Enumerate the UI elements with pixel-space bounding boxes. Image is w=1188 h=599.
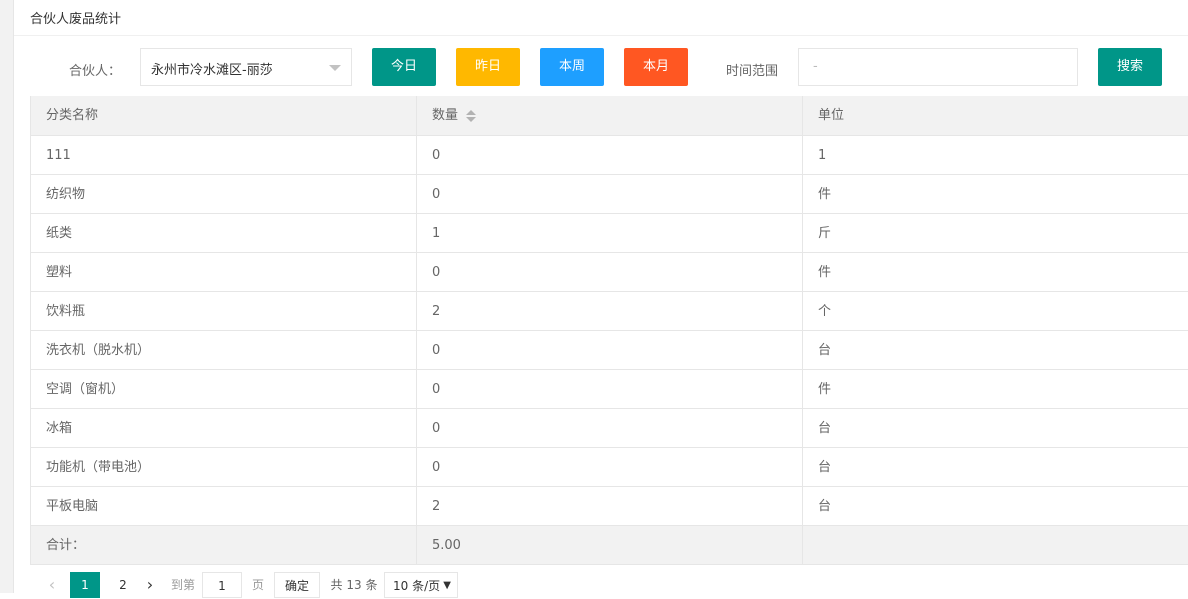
- this-week-button[interactable]: 本周: [540, 48, 604, 86]
- unit-cell: 台: [818, 343, 832, 358]
- quantity-cell: 0: [417, 370, 803, 408]
- stats-table: 分类名称 数量 单位 111 0 1 纺织物 0 件 纸类 1 斤 塑料 0 件…: [30, 96, 1188, 565]
- table-row: 平板电脑 2 台: [30, 487, 1188, 526]
- quantity-cell: 0: [417, 253, 803, 291]
- filter-bar: 合伙人： 永州市冷水滩区-丽莎 今日 昨日 本周 本月 时间范围 - 搜索: [14, 36, 1188, 96]
- page-1-button[interactable]: 1: [70, 572, 100, 598]
- column-header-category: 分类名称: [31, 96, 417, 135]
- unit-cell: 1: [818, 148, 827, 163]
- table-row: 洗衣机（脱水机） 0 台: [30, 331, 1188, 370]
- total-count: 共 13 条: [330, 578, 378, 592]
- quantity-cell: 0: [417, 175, 803, 213]
- total-label: 合计：: [31, 526, 417, 564]
- column-header-label: 分类名称: [46, 108, 99, 123]
- next-page-icon[interactable]: ›: [140, 572, 160, 598]
- left-sidebar-edge: [0, 0, 14, 593]
- category-cell: 饮料瓶: [31, 292, 417, 330]
- total-unit-cell: [803, 526, 1188, 564]
- category-cell: 塑料: [31, 253, 417, 291]
- partner-select[interactable]: 永州市冷水滩区-丽莎: [140, 48, 352, 86]
- category-cell: 111: [31, 136, 417, 174]
- quantity-cell: 0: [417, 448, 803, 486]
- goto-page-input[interactable]: 1: [202, 572, 242, 598]
- table-row: 冰箱 0 台: [30, 409, 1188, 448]
- partner-select-value: 永州市冷水滩区-丽莎: [151, 63, 273, 78]
- this-month-button[interactable]: 本月: [624, 48, 688, 86]
- title-bar: 合伙人废品统计: [14, 0, 1188, 36]
- confirm-button[interactable]: 确定: [274, 572, 320, 598]
- time-range-placeholder: -: [813, 59, 818, 74]
- category-cell: 洗衣机（脱水机）: [31, 331, 417, 369]
- unit-cell: 台: [818, 499, 832, 514]
- unit-cell: 件: [818, 187, 832, 202]
- quantity-cell: 0: [417, 136, 803, 174]
- pagination: ‹ 1 2 › 到第 1 页 确定 共 13 条 10 条/页 ▼: [30, 566, 630, 598]
- category-cell: 空调（窗机）: [31, 370, 417, 408]
- time-range-input[interactable]: -: [798, 48, 1078, 86]
- unit-cell: 斤: [818, 226, 832, 241]
- page-content: 合伙人废品统计 合伙人： 永州市冷水滩区-丽莎 今日 昨日 本周 本月 时间范围…: [14, 0, 1188, 598]
- unit-cell: 件: [818, 382, 832, 397]
- quantity-cell: 2: [417, 292, 803, 330]
- page-size-value: 10 条/页: [393, 579, 441, 593]
- category-cell: 纺织物: [31, 175, 417, 213]
- page-2-button[interactable]: 2: [108, 572, 138, 598]
- table-header-row: 分类名称 数量 单位: [30, 96, 1188, 136]
- table-row: 111 0 1: [30, 136, 1188, 175]
- category-cell: 冰箱: [31, 409, 417, 447]
- prev-page-icon[interactable]: ‹: [42, 572, 62, 598]
- table-row: 饮料瓶 2 个: [30, 292, 1188, 331]
- time-range-label: 时间范围: [726, 64, 779, 79]
- table-row: 空调（窗机） 0 件: [30, 370, 1188, 409]
- sort-icon[interactable]: [466, 109, 477, 123]
- today-button[interactable]: 今日: [372, 48, 436, 86]
- page-size-select[interactable]: 10 条/页 ▼: [384, 572, 458, 598]
- unit-cell: 个: [818, 304, 832, 319]
- category-cell: 平板电脑: [31, 487, 417, 525]
- column-header-quantity[interactable]: 数量: [417, 96, 803, 135]
- page-unit-label: 页: [251, 578, 264, 592]
- table-row: 功能机（带电池） 0 台: [30, 448, 1188, 487]
- caret-down-icon: ▼: [443, 580, 451, 591]
- table-row: 纸类 1 斤: [30, 214, 1188, 253]
- page-title: 合伙人废品统计: [30, 12, 122, 27]
- quantity-cell: 2: [417, 487, 803, 525]
- quantity-cell: 0: [417, 331, 803, 369]
- total-value: 5.00: [417, 526, 803, 564]
- table-total-row: 合计： 5.00: [30, 526, 1188, 565]
- quantity-cell: 0: [417, 409, 803, 447]
- unit-cell: 台: [818, 460, 832, 475]
- column-header-unit: 单位: [803, 96, 1188, 135]
- quantity-cell: 1: [417, 214, 803, 252]
- unit-cell: 台: [818, 421, 832, 436]
- chevron-down-icon: [329, 65, 341, 71]
- column-header-label: 数量: [432, 108, 459, 123]
- search-button[interactable]: 搜索: [1098, 48, 1162, 86]
- table-row: 纺织物 0 件: [30, 175, 1188, 214]
- column-header-label: 单位: [818, 108, 845, 123]
- category-cell: 纸类: [31, 214, 417, 252]
- unit-cell: 件: [818, 265, 832, 280]
- category-cell: 功能机（带电池）: [31, 448, 417, 486]
- partner-label: 合伙人：: [69, 64, 122, 79]
- yesterday-button[interactable]: 昨日: [456, 48, 520, 86]
- goto-label: 到第: [170, 578, 195, 592]
- table-row: 塑料 0 件: [30, 253, 1188, 292]
